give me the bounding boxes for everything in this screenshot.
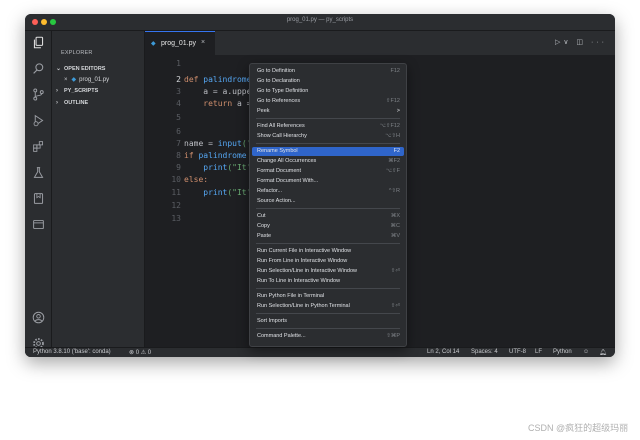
source-control-icon[interactable] xyxy=(31,87,45,101)
code-line-2: def palindrome xyxy=(184,75,252,84)
menu-separator xyxy=(256,118,400,119)
menu-separator xyxy=(256,243,400,244)
tab-bar: ◆ prog_01.py × ▷∨ ◫ ··· xyxy=(145,31,615,56)
menu-refactor[interactable]: Refactor... ^⇧R xyxy=(252,187,404,196)
line-number: 11 xyxy=(171,188,181,197)
menu-run-from-line-interactive[interactable]: Run From Line in Interactive Window xyxy=(252,257,404,266)
outline-section[interactable]: › OUTLINE xyxy=(56,100,88,106)
menu-paste[interactable]: Paste ⌘V xyxy=(252,232,404,241)
line-number: 3 xyxy=(176,87,181,96)
chevron-right-icon: > xyxy=(396,108,400,114)
chevron-right-icon: › xyxy=(56,100,58,106)
close-icon[interactable]: × xyxy=(64,77,68,83)
menu-separator xyxy=(256,313,400,314)
code-line-10: else: xyxy=(184,175,209,184)
menu-separator xyxy=(256,143,400,144)
problems-indicator[interactable]: ⊗ 0 ⚠ 0 xyxy=(129,349,151,356)
bookmark-icon[interactable] xyxy=(31,191,45,205)
menu-change-all-occurrences[interactable]: Change All Occurrences ⌘F2 xyxy=(252,157,404,166)
menu-run-selection-interactive[interactable]: Run Selection/Line in Interactive Window… xyxy=(252,267,404,276)
menu-format-document-with[interactable]: Format Document With... xyxy=(252,177,404,186)
menu-sort-imports[interactable]: Sort Imports xyxy=(252,317,404,326)
line-number: 2 xyxy=(176,75,181,84)
bell-icon[interactable]: 🔔︎ xyxy=(599,349,607,356)
chevron-right-icon: › xyxy=(56,88,58,94)
code-line-3: a = a.upper xyxy=(184,87,257,96)
cursor-position[interactable]: Ln 2, Col 14 xyxy=(427,349,459,355)
line-number: 7 xyxy=(176,139,181,148)
search-icon[interactable] xyxy=(31,61,45,75)
status-bar: Python 3.8.10 ('base': conda) ⊗ 0 ⚠ 0 Ln… xyxy=(25,347,615,357)
menu-separator xyxy=(256,328,400,329)
menu-go-to-type-definition[interactable]: Go to Type Definition xyxy=(252,87,404,96)
account-icon[interactable] xyxy=(31,310,45,324)
menu-find-all-references[interactable]: Find All References ⌥⇧F12 xyxy=(252,122,404,131)
code-line-4: return a = xyxy=(184,99,252,108)
menu-peek[interactable]: Peek > xyxy=(252,107,404,116)
line-number: 9 xyxy=(176,163,181,172)
code-line-8: if palindrome xyxy=(184,151,247,160)
menu-show-call-hierarchy[interactable]: Show Call Hierarchy ⌥⇧H xyxy=(252,132,404,141)
python-file-icon: ◆ xyxy=(71,77,77,83)
line-number: 12 xyxy=(171,201,181,210)
menu-copy[interactable]: Copy ⌘C xyxy=(252,222,404,231)
remote-explorer-icon[interactable] xyxy=(31,217,45,231)
chevron-down-icon: ⌄ xyxy=(56,66,62,72)
code-line-7: name = input(' xyxy=(184,139,252,148)
line-number: 8 xyxy=(176,151,181,160)
extensions-icon[interactable] xyxy=(31,139,45,153)
context-menu: Go to Definition F12 Go to Declaration Go… xyxy=(249,63,407,347)
code-line-9: print("It' xyxy=(203,163,252,172)
line-number: 6 xyxy=(176,127,181,136)
menu-source-action[interactable]: Source Action... xyxy=(252,197,404,206)
activity-bar xyxy=(25,31,52,357)
end-of-line[interactable]: LF xyxy=(535,349,542,355)
python-interpreter[interactable]: Python 3.8.10 ('base': conda) xyxy=(33,349,111,355)
menu-format-document[interactable]: Format Document ⌥⇧F xyxy=(252,167,404,176)
watermark: CSDN @疯狂的超级玛丽 xyxy=(528,423,629,433)
title-bar: prog_01.py — py_scripts xyxy=(25,14,615,31)
open-editor-item[interactable]: × ◆ prog_01.py xyxy=(64,76,109,83)
menu-separator xyxy=(256,208,400,209)
menu-run-current-file-interactive[interactable]: Run Current File in Interactive Window xyxy=(252,247,404,256)
line-number: 4 xyxy=(176,99,181,108)
python-file-icon: ◆ xyxy=(151,41,156,47)
menu-go-to-references[interactable]: Go to References ⇧F12 xyxy=(252,97,404,106)
menu-go-to-declaration[interactable]: Go to Declaration xyxy=(252,77,404,86)
menu-cut[interactable]: Cut ⌘X xyxy=(252,212,404,221)
run-debug-icon[interactable] xyxy=(31,113,45,127)
line-number: 1 xyxy=(176,59,181,68)
testing-icon[interactable] xyxy=(31,165,45,179)
menu-rename-symbol[interactable]: Rename Symbol F2 xyxy=(252,147,404,156)
menu-separator xyxy=(256,288,400,289)
menu-run-python-file-terminal[interactable]: Run Python File in Terminal xyxy=(252,292,404,301)
tab-prog-01[interactable]: ◆ prog_01.py × xyxy=(145,31,215,56)
indentation[interactable]: Spaces: 4 xyxy=(471,349,498,355)
line-number: 10 xyxy=(171,175,181,184)
menu-command-palette[interactable]: Command Palette... ⇧⌘P xyxy=(252,332,404,341)
window-title: prog_01.py — py_scripts xyxy=(286,17,354,23)
language-mode[interactable]: Python xyxy=(553,349,572,355)
explorer-sidebar: EXPLORER ··· ⌄OPEN EDITORS ×◆prog_01.py … xyxy=(52,31,157,347)
editor-actions[interactable]: ▷∨ ◫ ··· xyxy=(555,38,607,46)
encoding[interactable]: UTF-8 xyxy=(509,349,526,355)
menu-run-to-line-interactive[interactable]: Run To Line in Interactive Window xyxy=(252,277,404,286)
line-number: 5 xyxy=(176,113,181,122)
menu-run-selection-python-terminal[interactable]: Run Selection/Line in Python Terminal ⇧⏎ xyxy=(252,302,404,311)
code-line-11: print("It' xyxy=(203,188,252,197)
explorer-title: EXPLORER xyxy=(61,50,93,56)
line-number: 13 xyxy=(171,214,181,223)
files-icon[interactable] xyxy=(31,35,45,49)
tab-label: prog_01.py xyxy=(161,40,197,47)
open-editors-section[interactable]: ⌄ OPEN EDITORS xyxy=(56,65,105,72)
py-scripts-section[interactable]: › PY_SCRIPTS xyxy=(56,88,98,94)
menu-go-to-definition[interactable]: Go to Definition F12 xyxy=(252,67,404,76)
tab-close-icon[interactable]: × xyxy=(201,39,205,46)
feedback-icon[interactable]: ☺ xyxy=(583,349,589,355)
